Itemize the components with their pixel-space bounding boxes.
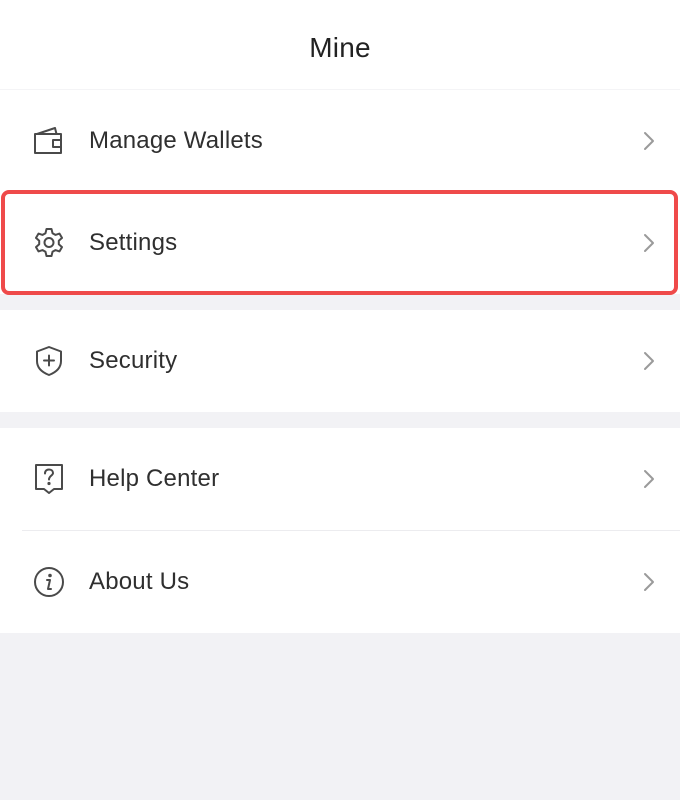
menu-item-label: Settings [89, 229, 178, 256]
page-title: Mine [309, 31, 371, 63]
page-header: Mine [0, 0, 680, 90]
chevron-right-icon [642, 130, 656, 152]
menu-item-label: Manage Wallets [89, 127, 263, 154]
menu-item-settings[interactable]: Settings [0, 192, 680, 294]
menu-item-manage-wallets[interactable]: Manage Wallets [0, 90, 680, 192]
shield-plus-icon [32, 344, 66, 378]
info-icon [32, 565, 66, 599]
menu-group-help: Help Center About Us [0, 428, 680, 633]
chevron-right-icon [642, 232, 656, 254]
help-icon [32, 462, 66, 496]
chevron-right-icon [642, 571, 656, 593]
wallet-icon [32, 124, 66, 158]
menu-item-help-center[interactable]: Help Center [0, 428, 680, 530]
chevron-right-icon [642, 468, 656, 490]
menu-item-security[interactable]: Security [0, 310, 680, 412]
chevron-right-icon [642, 350, 656, 372]
menu-group-security: Security [0, 310, 680, 412]
menu-item-about-us[interactable]: About Us [0, 531, 680, 633]
menu-item-label: Security [89, 347, 178, 374]
menu-group-wallets: Manage Wallets Settings [0, 90, 680, 294]
menu-item-label: Help Center [89, 465, 220, 492]
menu-item-label: About Us [89, 568, 190, 595]
gear-icon [32, 226, 66, 260]
